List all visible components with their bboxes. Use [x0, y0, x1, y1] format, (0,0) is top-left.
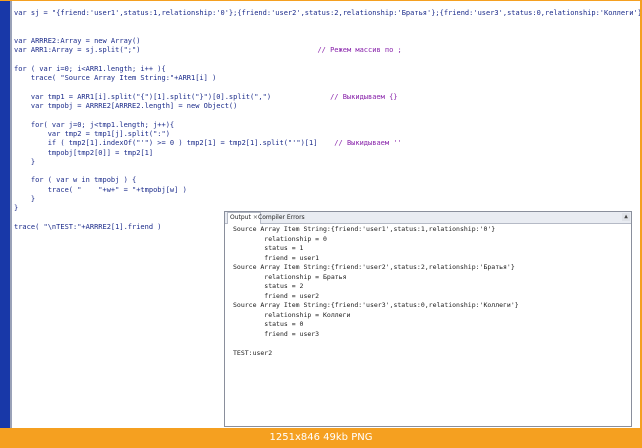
output-line: friend = user3: [233, 329, 320, 338]
code-line: }: [14, 157, 36, 166]
output-line: status = 1: [233, 244, 304, 252]
output-panel: Output × Compiler Errors ▲ Source Array I…: [224, 211, 632, 427]
code-line: var sj = "{friend:'user1',status:1,relat…: [14, 9, 642, 17]
code-comment: // Выкидываем {}: [330, 92, 398, 101]
output-line: relationship = 0: [233, 234, 327, 243]
output-line: relationship = Братья: [233, 272, 347, 281]
output-tab-bar: Output × Compiler Errors ▲: [225, 212, 631, 224]
top-border: [0, 0, 642, 1]
scroll-up-icon[interactable]: ▲: [622, 213, 630, 221]
code-line: var ARR1:Array = sj.split(";") // Режем …: [14, 46, 402, 55]
code-line: trace( "Source Array Item String:"+ARR1[…: [14, 74, 217, 83]
image-status-bar: 1251x846 49kb PNG: [0, 428, 642, 448]
code-line: trace( " "+w+" = "+tmpobj[w] ): [14, 185, 187, 194]
tab-compiler-errors[interactable]: Compiler Errors: [256, 213, 307, 223]
output-line: friend = user2: [233, 291, 320, 300]
code-comment: // Режем массив по ;: [317, 46, 402, 55]
code-comment: // Выкидываем '': [334, 139, 402, 148]
output-line: TEST:user2: [233, 348, 273, 357]
tab-output-label: Output: [230, 214, 251, 221]
output-line: Source Array Item String:{friend:'user2'…: [233, 263, 515, 271]
output-line: Source Array Item String:{friend:'user3'…: [233, 301, 519, 309]
editor-gutter: [0, 1, 12, 428]
output-line: friend = user1: [233, 253, 320, 262]
code-line: var tmpobj = ARRRE2[ARRRE2.length] = new…: [14, 102, 238, 110]
output-line: Source Array Item String:{friend:'user1'…: [233, 225, 496, 233]
output-text-area: Source Array Item String:{friend:'user1'…: [233, 225, 623, 421]
code-line: }: [14, 204, 19, 213]
code-line: trace( "\nTEST:"+ARRRE2[1].friend ): [14, 222, 162, 231]
image-info-text: 1251x846 49kb PNG: [269, 432, 373, 443]
output-line: status = 0: [233, 320, 304, 328]
output-line: status = 2: [233, 282, 304, 290]
output-line: relationship = Коллеги: [233, 310, 351, 319]
